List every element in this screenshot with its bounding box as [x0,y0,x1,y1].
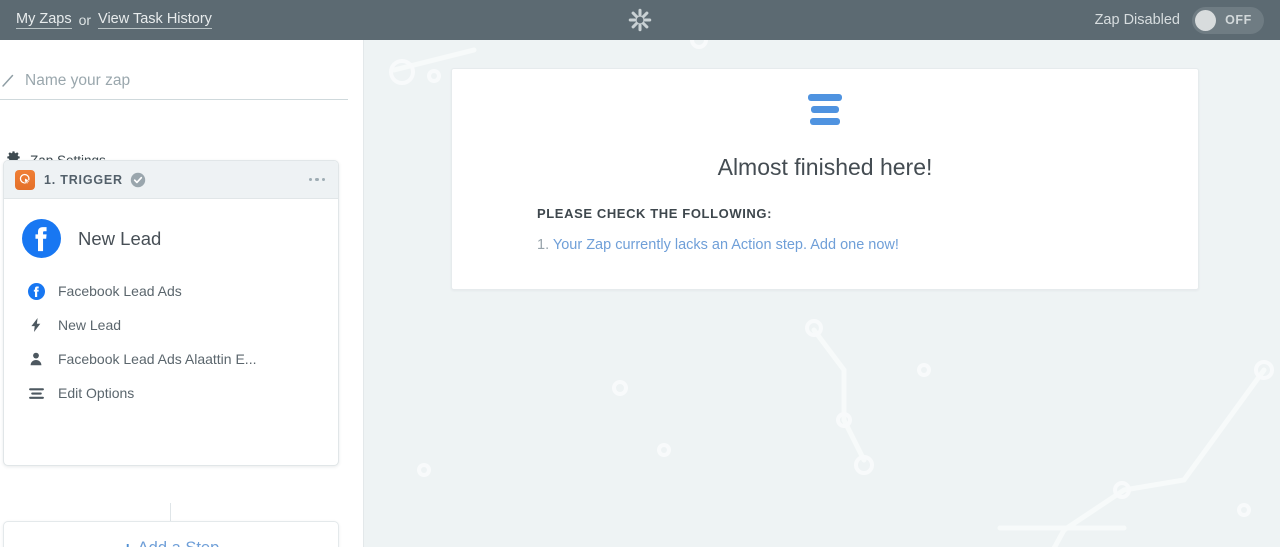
add-a-step-label: Add a Step [138,539,220,547]
sidebar: Name your zap Zap Settings 1. TRIGGER [0,40,364,547]
ellipsis-dot [308,177,312,182]
step-label: Edit Options [58,385,135,401]
ellipsis-dot [321,177,325,182]
steps-bar [811,106,839,113]
check-circle-icon [130,172,146,188]
top-bar-status: Zap Disabled OFF [1094,6,1264,34]
top-bar: My Zaps or View Task History Zap Disable… [0,0,1280,40]
pencil-icon [0,73,16,89]
issue-number: 1. [537,237,550,253]
facebook-icon [27,282,45,300]
trigger-card: 1. TRIGGER New Lead Facebook Lead Ads Ne… [3,160,339,466]
toggle-knob [1195,9,1216,31]
step-label: Facebook Lead Ads Alaattin E... [58,351,257,367]
steps-list-icon [452,94,1198,125]
zapier-logo-icon [627,7,653,33]
trigger-step-facebook-lead-ads[interactable]: Facebook Lead Ads [4,274,338,308]
or-label: or [78,12,92,28]
step-label: New Lead [58,317,122,333]
cursor-click-icon [15,169,35,190]
status-card-subhead: PLEASE CHECK THE FOLLOWING: [537,206,773,221]
facebook-icon [22,219,61,258]
sliders-icon [27,384,45,402]
trigger-step-list: Facebook Lead Ads New Lead Facebook Lead… [4,274,338,453]
add-a-step-button[interactable]: + Add a Step [3,521,339,547]
trigger-options-menu[interactable] [307,172,328,188]
trigger-app-title: New Lead [78,227,162,249]
plus-icon: + [123,539,133,547]
top-bar-links: My Zaps or View Task History [16,11,212,29]
toggle-state-label: OFF [1225,13,1252,27]
person-icon [27,350,45,368]
steps-bar [810,118,840,125]
trigger-step-edit-options[interactable]: Edit Options [4,376,338,410]
steps-bar [808,94,842,101]
trigger-card-body: New Lead Facebook Lead Ads New Lead Face… [4,199,338,465]
ellipsis-dot [315,177,319,182]
trigger-card-header: 1. TRIGGER [4,161,338,199]
bolt-icon [27,316,45,334]
add-action-step-link[interactable]: Your Zap currently lacks an Action step.… [553,237,899,253]
my-zaps-link[interactable]: My Zaps [16,11,72,29]
view-task-history-link[interactable]: View Task History [98,11,212,29]
step-connector-line [170,503,171,521]
step-label: Facebook Lead Ads [58,283,182,299]
zap-name-input[interactable]: Name your zap [0,72,348,100]
zap-enable-toggle[interactable]: OFF [1192,6,1264,34]
trigger-app-row: New Lead [4,213,338,274]
status-card: Almost finished here! PLEASE CHECK THE F… [451,68,1199,290]
zap-status-label: Zap Disabled [1094,12,1180,28]
trigger-step-account[interactable]: Facebook Lead Ads Alaattin E... [4,342,338,376]
trigger-step-title: 1. TRIGGER [44,172,123,187]
status-card-title: Almost finished here! [717,154,933,180]
status-card-issue: 1. Your Zap currently lacks an Action st… [537,237,899,253]
zap-name-placeholder: Name your zap [25,72,131,89]
canvas-area: Almost finished here! PLEASE CHECK THE F… [364,40,1280,547]
trigger-step-new-lead[interactable]: New Lead [4,308,338,342]
